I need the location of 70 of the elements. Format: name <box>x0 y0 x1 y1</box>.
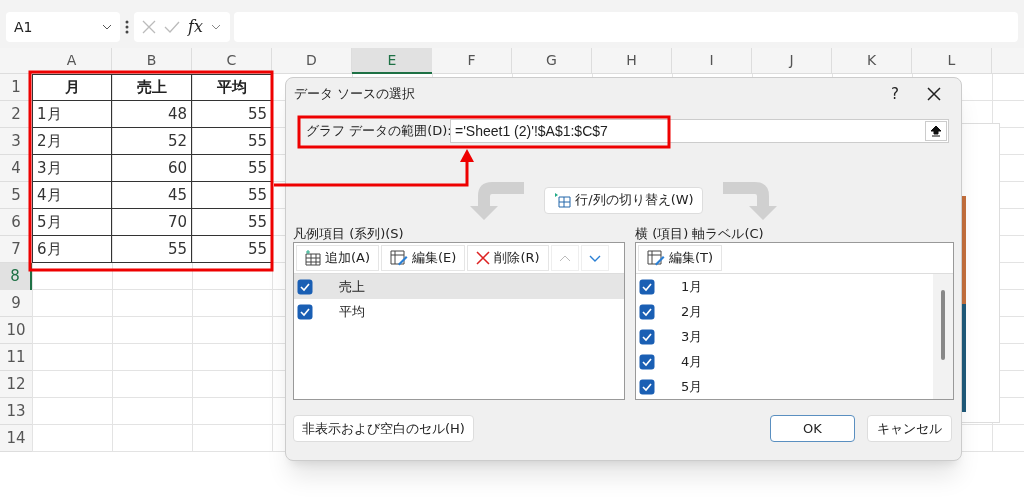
table-cell: 55 <box>192 128 272 155</box>
cancel-button[interactable]: キャンセル <box>867 415 952 442</box>
column-header[interactable]: G <box>512 48 592 74</box>
list-item[interactable]: 2月 <box>681 301 703 322</box>
table-cell: 1月 <box>32 101 112 128</box>
range-field[interactable]: ='Sheet1 (2)'!$A$1:$C$7 <box>450 119 949 143</box>
column-heading: 売上 <box>112 74 192 101</box>
table-cell: 52 <box>112 128 192 155</box>
table-cell: 70 <box>112 209 192 236</box>
row-header[interactable]: 6 <box>0 209 32 236</box>
table-cell: 5月 <box>32 209 112 236</box>
row-header[interactable]: 8 <box>0 263 32 290</box>
table-cell: 55 <box>192 182 272 209</box>
row-header[interactable]: 13 <box>0 398 32 425</box>
table-cell: 3月 <box>32 155 112 182</box>
row-header[interactable]: 3 <box>0 128 32 155</box>
swap-button[interactable]: 行/列の切り替え(W) <box>544 186 703 214</box>
edit-button[interactable]: 編集(E) <box>381 245 466 271</box>
row-header[interactable]: 2 <box>0 101 32 128</box>
add-button[interactable]: 追加(A) <box>296 245 380 271</box>
column-header[interactable]: F <box>432 48 512 74</box>
name-box[interactable]: A1 <box>6 12 120 42</box>
ok-button[interactable]: OK <box>770 415 855 442</box>
list-item[interactable]: 4月 <box>681 351 703 372</box>
column-header[interactable]: L <box>912 48 992 74</box>
table-cell: 2月 <box>32 128 112 155</box>
column-header[interactable]: H <box>592 48 672 74</box>
row-header[interactable]: 9 <box>0 290 32 317</box>
edit-button[interactable]: 編集(T) <box>638 245 723 271</box>
section-title: 横 (項目) 軸ラベル(C) <box>635 225 765 242</box>
table-cell: 55 <box>192 209 272 236</box>
table-cell: 55 <box>192 236 272 263</box>
table-cell: 55 <box>192 101 272 128</box>
row-header[interactable]: 4 <box>0 155 32 182</box>
column-header[interactable]: B <box>112 48 192 74</box>
table-cell: 60 <box>112 155 192 182</box>
table-cell: 55 <box>112 236 192 263</box>
section-title: 凡例項目 (系列)(S) <box>293 225 405 242</box>
column-header[interactable]: E <box>352 48 432 74</box>
column-header[interactable]: D <box>272 48 352 74</box>
table-cell: 6月 <box>32 236 112 263</box>
table-cell: 48 <box>112 101 192 128</box>
delete-button[interactable]: 削除(R) <box>467 245 549 271</box>
column-header[interactable]: K <box>832 48 912 74</box>
row-header[interactable]: 7 <box>0 236 32 263</box>
table-cell: 45 <box>112 182 192 209</box>
column-heading: 平均 <box>192 74 272 101</box>
column-header[interactable]: C <box>192 48 272 74</box>
range-label: グラフ データの範囲(D): <box>305 122 450 141</box>
help-button[interactable]: ? <box>875 82 915 106</box>
row-header[interactable]: 10 <box>0 317 32 344</box>
row-header[interactable]: 12 <box>0 371 32 398</box>
hidden-cells-button[interactable]: 非表示および空白のセル(H) <box>293 415 474 442</box>
row-header[interactable]: 14 <box>0 425 32 452</box>
column-heading: 月 <box>32 74 112 101</box>
list-item[interactable]: 平均 <box>294 299 624 324</box>
list-item[interactable]: 1月 <box>681 276 703 297</box>
table-cell: 4月 <box>32 182 112 209</box>
table-cell: 55 <box>192 155 272 182</box>
column-header[interactable]: J <box>752 48 832 74</box>
list-item[interactable]: 3月 <box>681 326 703 347</box>
function-button[interactable]: fx <box>188 15 203 39</box>
column-header[interactable]: A <box>32 48 112 74</box>
row-header[interactable]: 5 <box>0 182 32 209</box>
row-header[interactable]: 11 <box>0 344 32 371</box>
list-item[interactable]: 5月 <box>681 376 703 397</box>
column-header[interactable]: I <box>672 48 752 74</box>
dialog-title: データ ソースの選択 <box>294 85 417 104</box>
list-item[interactable]: 売上 <box>294 274 624 299</box>
row-header[interactable]: 1 <box>0 74 32 101</box>
